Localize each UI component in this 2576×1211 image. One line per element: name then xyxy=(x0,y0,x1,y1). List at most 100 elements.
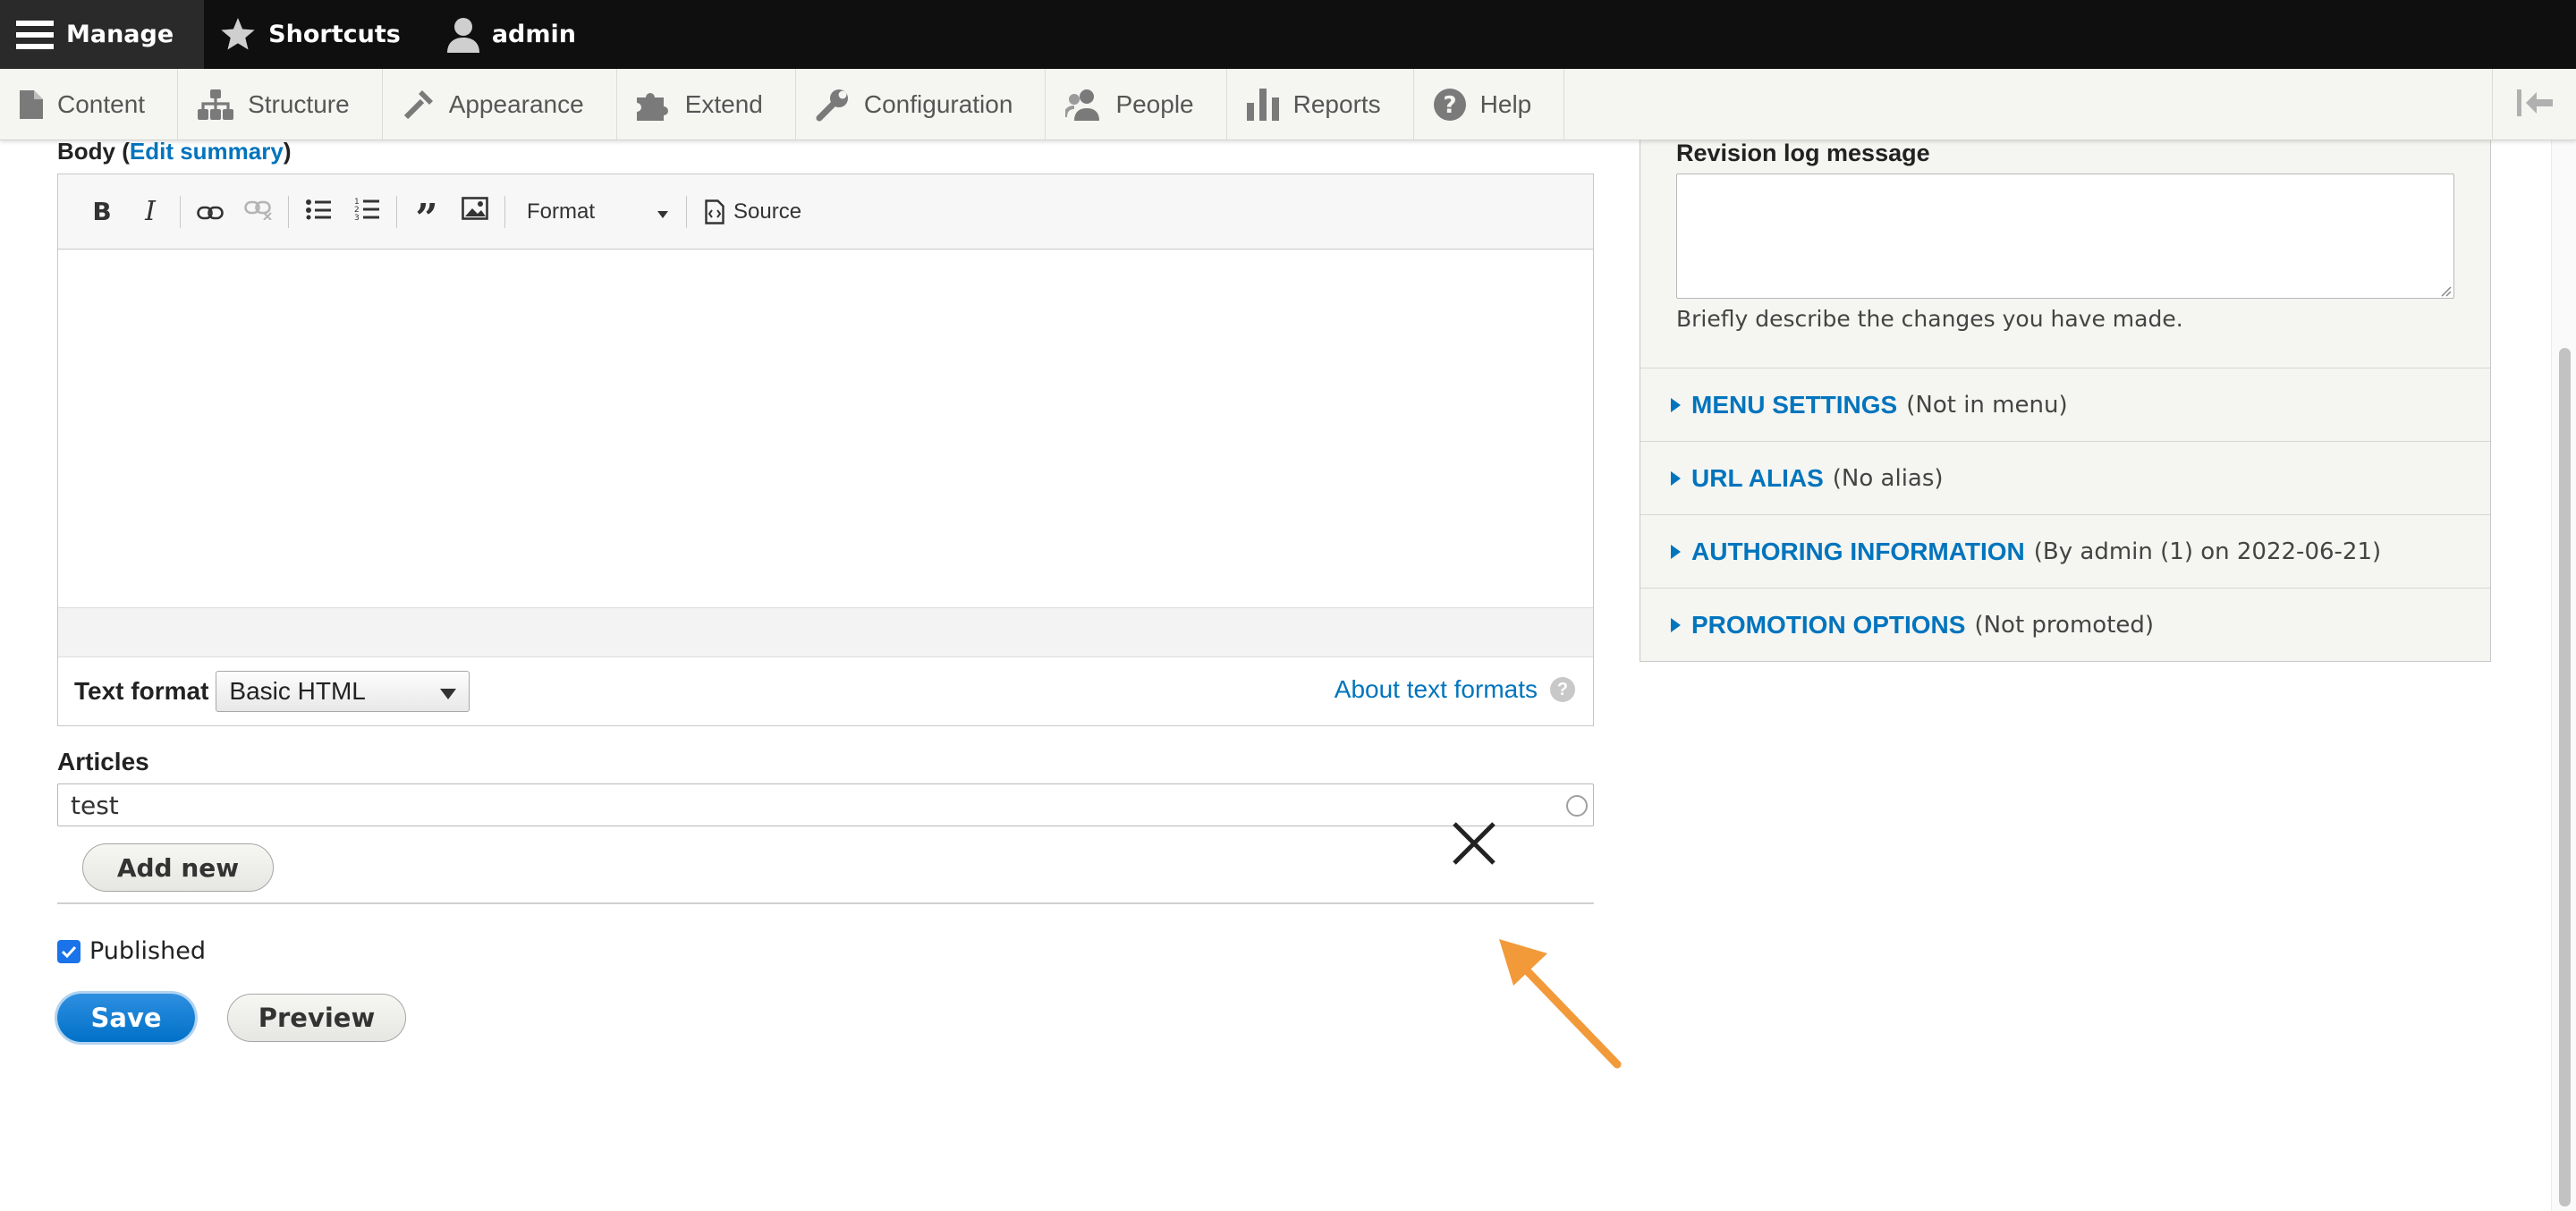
user-label: admin xyxy=(491,21,576,48)
expand-triangle-icon xyxy=(1671,470,1681,486)
menu-settings-toggle[interactable]: MENU SETTINGS (Not in menu) xyxy=(1640,368,2490,442)
source-label: Source xyxy=(733,199,802,224)
text-format-select[interactable]: Basic HTML xyxy=(216,671,470,712)
star-icon xyxy=(220,17,256,52)
toolbar-separator xyxy=(686,195,687,228)
tab-label: Extend xyxy=(684,89,763,118)
quote-icon: ” xyxy=(415,195,438,241)
manage-tab[interactable]: Manage xyxy=(0,0,205,69)
numbered-list-icon: 123 xyxy=(354,196,379,227)
body-editor: B I 123 ” Format Source Text format Basi… xyxy=(57,174,1594,726)
help-circle-icon: ? xyxy=(1550,677,1575,702)
format-dropdown[interactable]: Format xyxy=(511,188,681,236)
tab-people[interactable]: People xyxy=(1046,69,1227,140)
scrollbar-thumb[interactable] xyxy=(2559,348,2571,1207)
shortcuts-tab[interactable]: Shortcuts xyxy=(204,0,431,69)
svg-text:?: ? xyxy=(1443,92,1456,119)
editor-content-area[interactable] xyxy=(58,250,1593,607)
tab-label: Reports xyxy=(1292,89,1381,118)
about-text-formats[interactable]: About text formats ? xyxy=(1335,675,1575,704)
format-label: Format xyxy=(527,199,596,224)
paint-brush-icon xyxy=(402,89,435,121)
preview-button[interactable]: Preview xyxy=(227,994,406,1042)
italic-button[interactable]: I xyxy=(126,188,174,236)
collapse-arrow-icon xyxy=(2516,89,2553,120)
promotion-options-toggle[interactable]: PROMOTION OPTIONS (Not promoted) xyxy=(1640,589,2490,662)
puzzle-icon xyxy=(636,89,671,121)
page-scrollbar[interactable] xyxy=(2551,140,2576,1211)
section-summary: (By admin (1) on 2022-06-21) xyxy=(2033,538,2382,565)
text-format-value: Basic HTML xyxy=(229,677,366,705)
tab-structure[interactable]: Structure xyxy=(178,69,383,140)
section-title[interactable]: URL ALIAS xyxy=(1691,464,1824,493)
section-title[interactable]: AUTHORING INFORMATION xyxy=(1691,538,2025,566)
toolbar-orientation-toggle[interactable] xyxy=(2492,69,2576,140)
shortcuts-label: Shortcuts xyxy=(268,21,401,48)
section-summary: (No alias) xyxy=(1832,464,1944,492)
tab-appearance[interactable]: Appearance xyxy=(383,69,617,140)
link-button[interactable] xyxy=(186,188,234,236)
toolbar-separator xyxy=(504,195,505,228)
admin-toolbar: Manage Shortcuts admin xyxy=(0,0,2576,69)
tab-content[interactable]: Content xyxy=(0,69,179,140)
tab-label: People xyxy=(1115,89,1194,118)
tab-extend[interactable]: Extend xyxy=(617,69,796,140)
edit-summary-link[interactable]: Edit summary xyxy=(130,138,284,165)
autocomplete-throbber-icon xyxy=(1566,795,1588,817)
user-icon xyxy=(446,17,479,53)
text-format-row: Text format Basic HTML About text format… xyxy=(58,657,1593,725)
file-icon xyxy=(20,89,43,119)
image-button[interactable] xyxy=(451,188,499,236)
bold-button[interactable]: B xyxy=(78,188,126,236)
dropdown-arrow-icon xyxy=(657,199,668,224)
people-icon xyxy=(1065,89,1101,121)
svg-text:3: 3 xyxy=(354,214,360,220)
blockquote-button[interactable]: ” xyxy=(402,188,451,241)
published-checkbox[interactable] xyxy=(57,939,80,963)
expand-triangle-icon xyxy=(1671,397,1681,412)
source-button[interactable]: Source xyxy=(692,199,814,224)
about-text-formats-link[interactable]: About text formats xyxy=(1335,675,1538,704)
editor-status-bar xyxy=(58,607,1593,657)
add-new-button[interactable]: Add new xyxy=(82,843,274,892)
hamburger-icon xyxy=(16,19,54,51)
toolbar-separator xyxy=(180,195,181,228)
help-icon: ? xyxy=(1433,88,1466,121)
image-icon xyxy=(462,196,488,227)
body-field-label: Body (Edit summary) xyxy=(57,138,292,165)
link-icon xyxy=(197,196,224,227)
articles-autocomplete-input[interactable]: test xyxy=(57,783,1594,826)
articles-label: Articles xyxy=(57,748,149,775)
tab-reports[interactable]: Reports xyxy=(1227,69,1414,140)
annotation-arrow-icon xyxy=(1485,930,1628,1073)
tab-label: Help xyxy=(1479,89,1532,118)
tab-label: Structure xyxy=(248,89,350,118)
section-summary: (Not promoted) xyxy=(1974,612,2155,639)
bold-icon: B xyxy=(92,197,112,226)
italic-icon: I xyxy=(145,196,156,227)
revision-log-help: Briefly describe the changes you have ma… xyxy=(1676,306,2183,332)
tab-configuration[interactable]: Configuration xyxy=(796,69,1046,140)
section-title[interactable]: PROMOTION OPTIONS xyxy=(1691,611,1965,639)
tab-label: Appearance xyxy=(448,89,584,118)
unlink-button[interactable] xyxy=(234,188,283,236)
save-button[interactable]: Save xyxy=(57,994,195,1042)
resize-grip-icon[interactable] xyxy=(2439,284,2452,297)
section-title[interactable]: MENU SETTINGS xyxy=(1691,391,1897,419)
expand-triangle-icon xyxy=(1671,618,1681,632)
revision-log-textarea[interactable] xyxy=(1676,174,2454,299)
authoring-information-toggle[interactable]: AUTHORING INFORMATION (By admin (1) on 2… xyxy=(1640,515,2490,589)
published-checkbox-row[interactable]: Published xyxy=(57,937,206,965)
bulleted-list-button[interactable] xyxy=(294,188,343,236)
articles-input-value: test xyxy=(71,790,119,820)
sitemap-icon xyxy=(198,89,234,120)
url-alias-toggle[interactable]: URL ALIAS (No alias) xyxy=(1640,442,2490,515)
bulleted-list-icon xyxy=(306,196,331,227)
user-tab[interactable]: admin xyxy=(431,0,606,69)
tab-help[interactable]: ? Help xyxy=(1414,69,1565,140)
numbered-list-button[interactable]: 123 xyxy=(343,188,391,236)
close-icon[interactable] xyxy=(1449,818,1499,868)
editor-toolbar: B I 123 ” Format Source xyxy=(58,174,1593,250)
section-summary: (Not in menu) xyxy=(1906,391,2068,419)
toolbar-separator xyxy=(396,195,397,228)
